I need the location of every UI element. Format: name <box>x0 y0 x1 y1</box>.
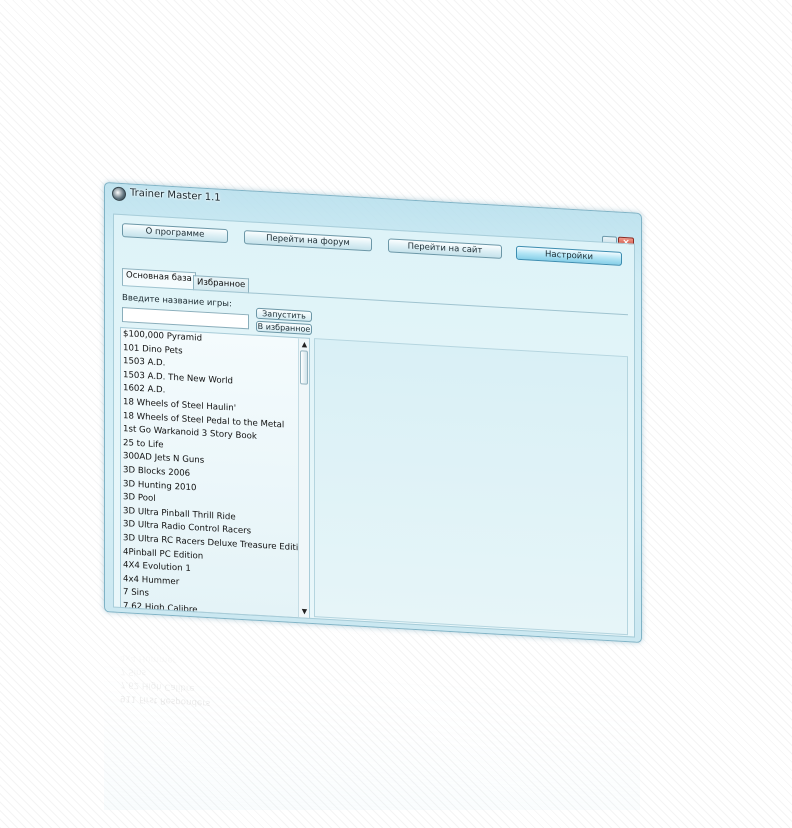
client-area: О программе Перейти на форум Перейти на … <box>113 213 635 638</box>
reflection-item: 4x4 Hummer <box>120 652 177 666</box>
reflection-item: 7.62 High Calibre <box>120 679 195 694</box>
settings-button[interactable]: Настройки <box>516 245 622 266</box>
scroll-down-icon[interactable]: ▼ <box>300 606 309 617</box>
forum-button[interactable]: Перейти на форум <box>244 230 372 252</box>
search-input[interactable] <box>122 307 249 330</box>
game-list-items: $100,000 Pyramid 101 Dino Pets 1503 A.D. 15… <box>121 328 309 619</box>
window-reflection: 911 First Responders 7.62 High Calibre 7 S… <box>104 640 640 810</box>
list-scrollbar[interactable]: ▲ ▼ <box>298 338 310 618</box>
reflection-item: 4X4 Evolution 1 <box>120 640 188 653</box>
scroll-thumb[interactable] <box>300 350 308 385</box>
game-details-panel <box>314 338 628 636</box>
window-frame: Trainer Master 1.1 × О программе Перейти… <box>104 182 642 644</box>
reflection-item: 7 Sins <box>120 665 146 678</box>
scroll-up-icon[interactable]: ▲ <box>300 339 309 350</box>
add-favorite-button[interactable]: В избранное <box>256 320 312 335</box>
about-button[interactable]: О программе <box>122 223 228 244</box>
reflection-item: 911 First Responders <box>120 692 211 709</box>
desktop-scene: Trainer Master 1.1 × О программе Перейти… <box>0 0 792 828</box>
window-title: Trainer Master 1.1 <box>130 187 221 204</box>
app-icon <box>112 186 126 202</box>
reflection-content: 911 First Responders 7.62 High Calibre 7 S… <box>104 640 640 810</box>
game-list[interactable]: $100,000 Pyramid 101 Dino Pets 1503 A.D. 15… <box>120 326 310 619</box>
site-button[interactable]: Перейти на сайт <box>388 238 502 259</box>
run-button[interactable]: Запустить <box>256 307 312 322</box>
app-window: Trainer Master 1.1 × О программе Перейти… <box>104 182 642 671</box>
search-label: Введите название игры: <box>122 293 232 310</box>
